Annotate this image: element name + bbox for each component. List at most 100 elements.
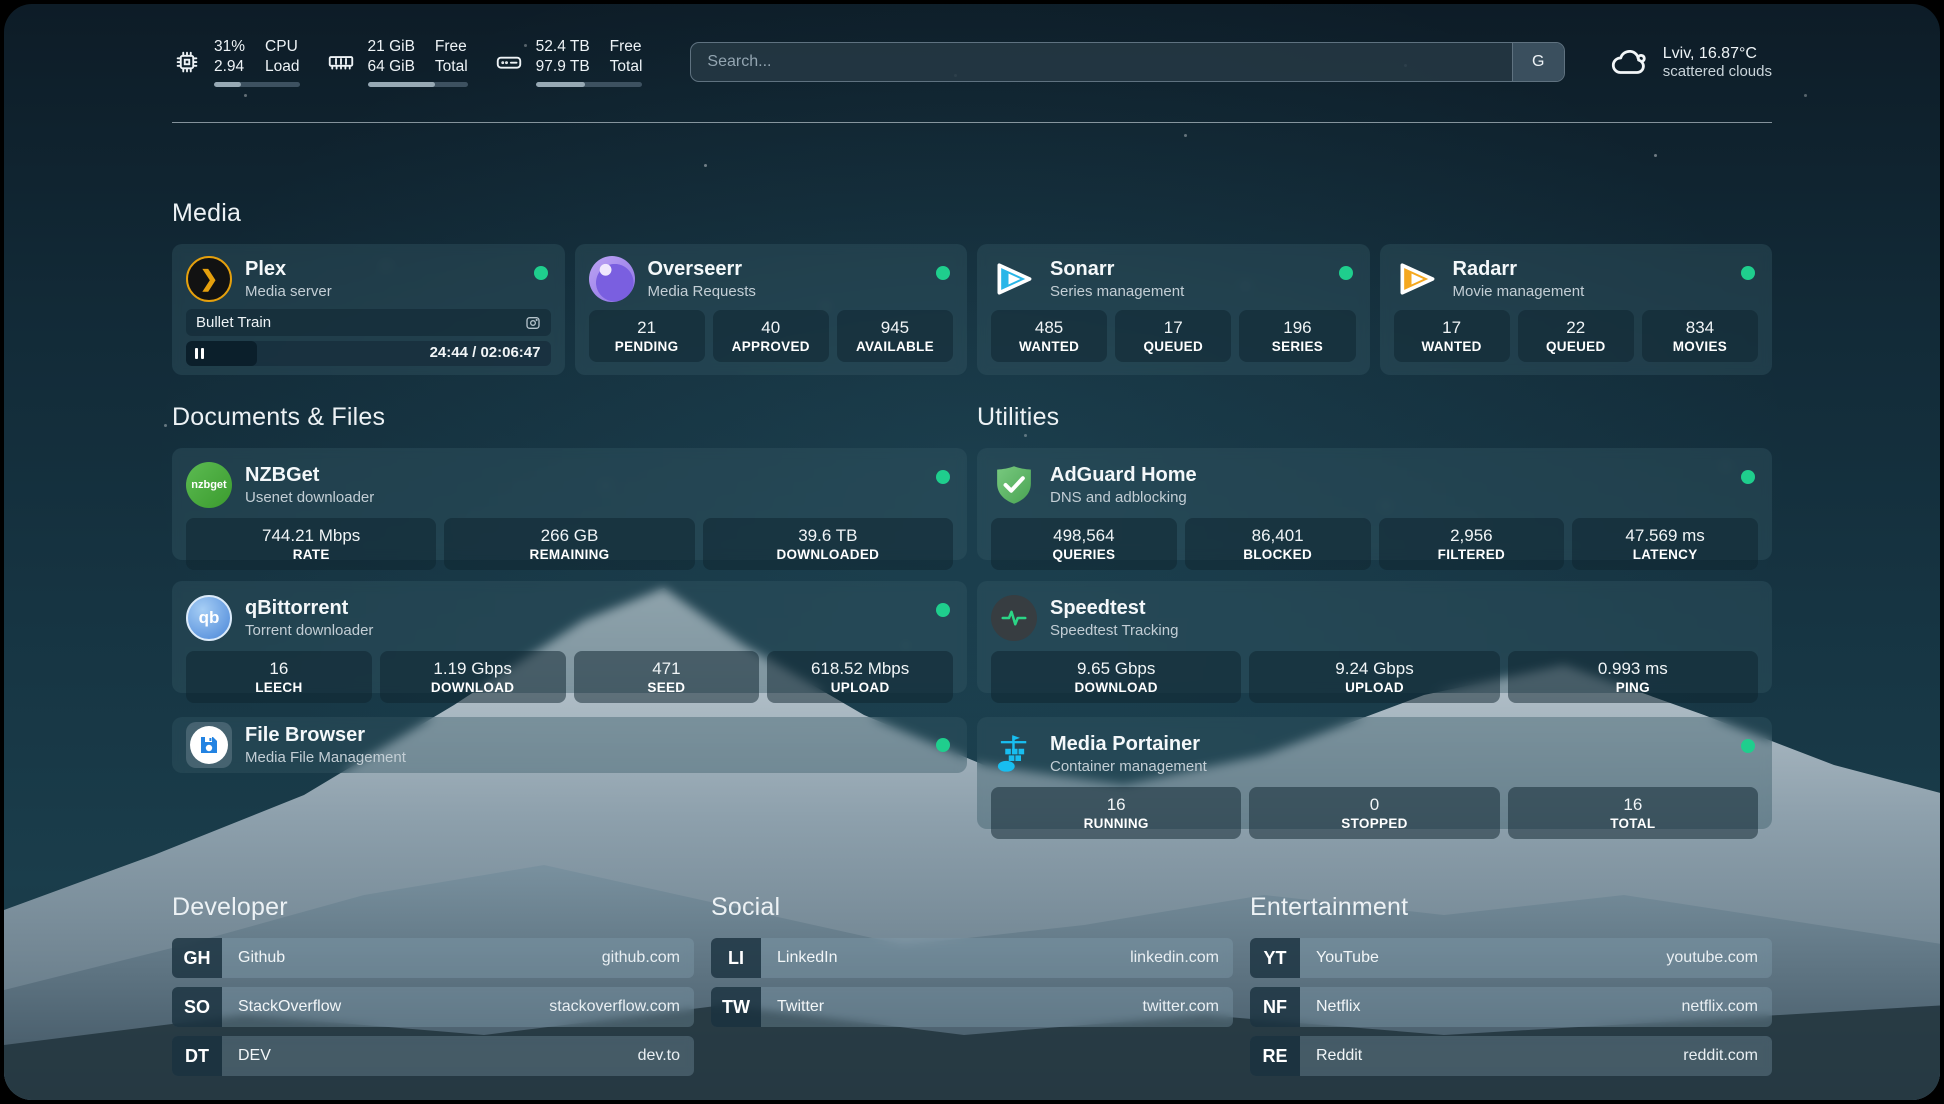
stat-box: 9.24 GbpsUPLOAD [1249, 651, 1499, 703]
stat-label: DOWNLOAD [1074, 680, 1157, 695]
search-engine-button[interactable]: G [1512, 43, 1564, 81]
cpu-label: CPU [265, 37, 299, 57]
cpu-load-value: 2.94 [214, 57, 245, 77]
app-card-adguard[interactable]: AdGuard Home DNS and adblocking 498,564Q… [977, 448, 1772, 560]
bookmark-url: reddit.com [1683, 1036, 1772, 1076]
stat-value: 17 [1164, 318, 1183, 338]
section-title-documents: Documents & Files [172, 403, 967, 432]
stat-label: WANTED [1019, 339, 1079, 354]
stat-label: MOVIES [1673, 339, 1727, 354]
section-entertainment: Entertainment YT YouTube youtube.com NF … [1250, 893, 1772, 1085]
stat-label: DOWNLOAD [431, 680, 514, 695]
stat-box: 485WANTED [991, 310, 1107, 362]
section-title-entertainment: Entertainment [1250, 893, 1772, 922]
stat-box: 40APPROVED [713, 310, 829, 362]
nzbget-logo-text: nzbget [191, 479, 226, 491]
section-utilities: Utilities AdGuard Home DNS and [977, 403, 1772, 829]
bookmark-twitter[interactable]: TW Twitter twitter.com [711, 987, 1233, 1027]
app-name: Media Portainer [1050, 733, 1207, 756]
stat-box: 2,956FILTERED [1379, 518, 1565, 570]
section-title-utilities: Utilities [977, 403, 1772, 432]
stat-box: 21PENDING [589, 310, 705, 362]
stat-box: 9.65 GbpsDOWNLOAD [991, 651, 1241, 703]
bookmark-abbr: SO [172, 987, 222, 1027]
bookmark-name: YouTube [1300, 938, 1666, 978]
bookmark-github[interactable]: GH Github github.com [172, 938, 694, 978]
stat-value: 16 [269, 659, 288, 679]
app-card-radarr[interactable]: Radarr Movie management 17WANTED 22QUEUE… [1380, 244, 1773, 375]
app-card-overseerr[interactable]: Overseerr Media Requests 21PENDING 40APP… [575, 244, 968, 375]
bookmark-linkedin[interactable]: LI LinkedIn linkedin.com [711, 938, 1233, 978]
pause-button[interactable] [195, 348, 204, 359]
status-dot-online [1741, 266, 1755, 280]
app-card-speedtest[interactable]: Speedtest Speedtest Tracking 9.65 GbpsDO… [977, 581, 1772, 693]
bookmark-name: Github [222, 938, 602, 978]
stat-label: QUEUED [1546, 339, 1606, 354]
stat-value: 744.21 Mbps [262, 526, 360, 546]
stat-value: 471 [652, 659, 680, 679]
bookmark-dev[interactable]: DT DEV dev.to [172, 1036, 694, 1076]
stat-label: RATE [293, 547, 330, 562]
adguard-logo-icon [991, 462, 1037, 508]
search-input[interactable] [691, 43, 1511, 81]
bookmark-abbr: RE [1250, 1036, 1300, 1076]
app-name: File Browser [245, 724, 406, 747]
bookmark-abbr: LI [711, 938, 761, 978]
disk-total-value: 97.9 TB [536, 57, 590, 77]
stat-box: 22QUEUED [1518, 310, 1634, 362]
stat-value: 9.65 Gbps [1077, 659, 1155, 679]
stat-value: 1.19 Gbps [433, 659, 511, 679]
stat-label: SEED [647, 680, 685, 695]
bookmark-netflix[interactable]: NF Netflix netflix.com [1250, 987, 1772, 1027]
stat-box: 498,564QUERIES [991, 518, 1177, 570]
stat-label: AVAILABLE [856, 339, 934, 354]
status-dot-online [1741, 470, 1755, 484]
app-card-portainer[interactable]: Media Portainer Container management 16R… [977, 717, 1772, 829]
memory-icon [326, 47, 356, 77]
stat-box: 945AVAILABLE [837, 310, 953, 362]
bookmark-url: youtube.com [1666, 938, 1772, 978]
disk-progress-bar [536, 82, 643, 87]
app-card-sonarr[interactable]: Sonarr Series management 485WANTED 17QUE… [977, 244, 1370, 375]
stat-box: 17QUEUED [1115, 310, 1231, 362]
search-bar: G [690, 42, 1564, 82]
stat-value: 485 [1035, 318, 1063, 338]
app-subtitle: Media File Management [245, 749, 406, 766]
bookmark-abbr: YT [1250, 938, 1300, 978]
memory-total-label: Total [435, 57, 468, 77]
bookmark-url: dev.to [638, 1036, 694, 1076]
app-name: qBittorrent [245, 597, 373, 620]
disk-icon [494, 47, 524, 77]
topbar-divider [172, 122, 1772, 123]
cpu-load-label: Load [265, 57, 299, 77]
qbittorrent-logo-icon: qb [186, 595, 232, 641]
stat-value: 196 [1283, 318, 1311, 338]
bookmark-name: Reddit [1300, 1036, 1683, 1076]
stat-box: 744.21 MbpsRATE [186, 518, 436, 570]
app-card-filebrowser[interactable]: File Browser Media File Management [172, 717, 967, 773]
bookmark-abbr: TW [711, 987, 761, 1027]
cloud-icon [1609, 41, 1651, 83]
stat-box: 39.6 TBDOWNLOADED [703, 518, 953, 570]
bookmark-url: twitter.com [1143, 987, 1233, 1027]
memory-free-label: Free [435, 37, 468, 57]
stat-label: SERIES [1272, 339, 1323, 354]
bookmark-youtube[interactable]: YT YouTube youtube.com [1250, 938, 1772, 978]
app-card-qbittorrent[interactable]: qb qBittorrent Torrent downloader 16LEEC… [172, 581, 967, 693]
speedtest-logo-icon [991, 595, 1037, 641]
stat-label: REMAINING [530, 547, 610, 562]
bookmark-stackoverflow[interactable]: SO StackOverflow stackoverflow.com [172, 987, 694, 1027]
stat-label: PING [1616, 680, 1650, 695]
stat-label: QUEUED [1143, 339, 1203, 354]
app-name: Plex [245, 258, 332, 281]
bookmark-reddit[interactable]: RE Reddit reddit.com [1250, 1036, 1772, 1076]
stat-value: 21 [637, 318, 656, 338]
disk-stat: 52.4 TB97.9 TB FreeTotal [494, 37, 643, 87]
top-bar: 31%2.94 CPULoad 21 GiB64 GiB FreeTotal [172, 34, 1772, 90]
stat-label: STOPPED [1341, 816, 1407, 831]
app-subtitle: Movie management [1453, 283, 1585, 300]
app-card-plex[interactable]: ❯ Plex Media server Bullet Train [172, 244, 565, 375]
stat-box: 0STOPPED [1249, 787, 1499, 839]
app-card-nzbget[interactable]: nzbget NZBGet Usenet downloader 744.21 M… [172, 448, 967, 560]
overseerr-logo-icon [589, 256, 635, 302]
